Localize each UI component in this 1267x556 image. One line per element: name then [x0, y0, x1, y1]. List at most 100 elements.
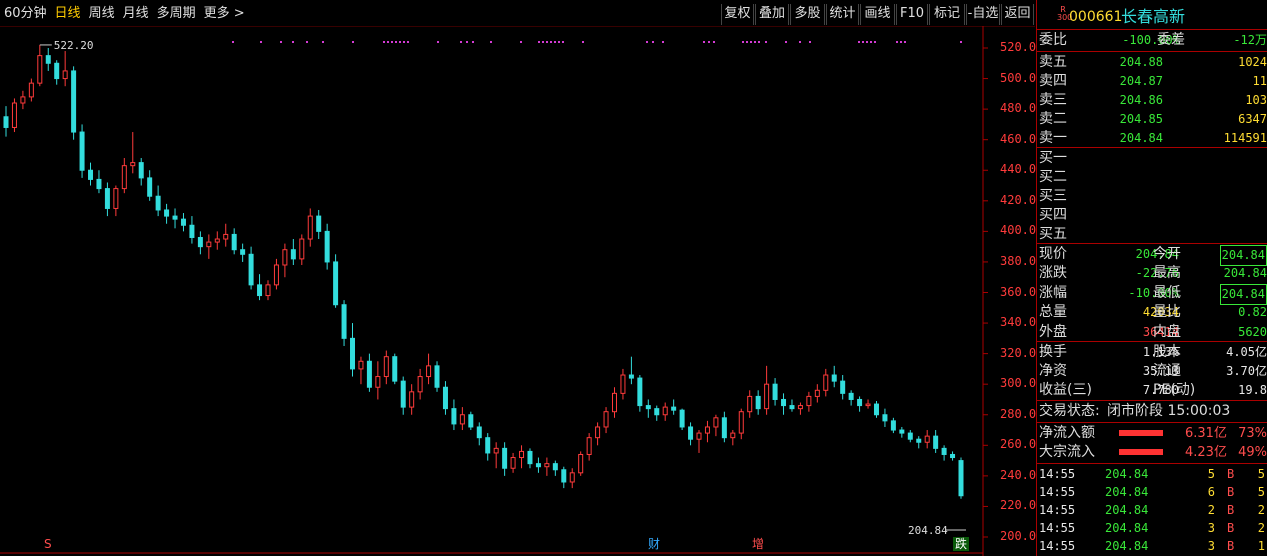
quote-value2: 204.84	[1223, 266, 1267, 281]
candle-body	[130, 162, 136, 167]
trade-time: 14:55	[1039, 521, 1076, 535]
candle-body	[510, 457, 516, 469]
candle-body	[721, 417, 727, 439]
signal-dot	[232, 41, 234, 43]
flow-bar	[1119, 449, 1163, 455]
candle-body	[223, 233, 229, 240]
candle-body	[273, 264, 279, 286]
flow-value: 4.23亿	[1185, 445, 1227, 460]
candle-body	[730, 432, 736, 439]
signal-dot	[260, 41, 262, 43]
candle-body	[11, 102, 17, 128]
quote-label: 总量	[1039, 304, 1067, 321]
candle-body	[485, 437, 491, 454]
candle-body	[781, 398, 787, 407]
ask-row: 卖五 204.88 1024	[1037, 53, 1267, 72]
ask-volume: 6347	[1238, 112, 1267, 126]
candle-body	[586, 437, 592, 455]
ask-volume: 1024	[1238, 55, 1267, 69]
tab-4[interactable]: 多周期	[153, 4, 200, 24]
y-tick-label: 280.0	[1000, 406, 1037, 421]
event-marker[interactable]: 增	[750, 537, 766, 551]
toolbar-button-3[interactable]: 统计	[826, 4, 859, 25]
candle-body	[426, 365, 432, 378]
toolbar-button-2[interactable]: 多股	[790, 4, 825, 25]
candle-body	[873, 403, 879, 416]
signal-dot	[387, 41, 389, 43]
ask-label: 卖一	[1039, 130, 1067, 146]
quote-value2: 0.82	[1238, 305, 1267, 320]
y-tick-label: 300.0	[1000, 376, 1037, 391]
signal-dot	[460, 41, 462, 43]
event-marker[interactable]: S	[42, 537, 54, 551]
candle-body	[552, 463, 558, 471]
toolbar-button-8[interactable]: 返回	[1001, 4, 1034, 25]
signal-dot	[703, 41, 705, 43]
candle-body	[519, 450, 525, 459]
trade-side: B	[1227, 539, 1235, 553]
trade-price: 204.84	[1105, 503, 1149, 517]
signal-dot	[391, 41, 393, 43]
candle-body	[54, 62, 60, 80]
bid-label: 买一	[1039, 150, 1067, 166]
trade-price: 204.84	[1105, 539, 1149, 553]
trade-count: 5	[1257, 467, 1265, 481]
ask-volume: 11	[1252, 74, 1267, 88]
candle-body	[333, 261, 339, 306]
tab-5[interactable]: 更多 >	[200, 4, 249, 24]
candle-body	[366, 360, 372, 388]
toolbar-button-6[interactable]: 标记	[929, 4, 965, 25]
signal-dot	[407, 41, 409, 43]
candle-body	[350, 337, 356, 370]
stock-terminal: 60分钟 日线 周线 月线 多周期 更多 > 复权 叠加 多股 统计 画线 F10 标记 -自选 返回 5…	[0, 0, 1267, 556]
quote-label2: 最低	[1153, 284, 1181, 301]
candle-body	[383, 356, 389, 378]
signal-dot	[765, 41, 767, 43]
candle-body	[502, 447, 508, 469]
candle-body	[662, 406, 668, 416]
candle-body	[611, 392, 617, 413]
toolbar-button-4[interactable]: 画线	[860, 4, 895, 25]
bid-row: 买五	[1037, 225, 1267, 244]
bid-label: 买三	[1039, 188, 1067, 204]
toolbar-button-5[interactable]: F10	[896, 4, 928, 25]
candle-body	[831, 374, 837, 382]
toolbar-button-0[interactable]: 复权	[721, 4, 754, 25]
toolbar-button-7[interactable]: -自选	[966, 4, 1000, 25]
event-marker[interactable]: 财	[646, 537, 662, 551]
ask-price: 204.85	[1119, 112, 1163, 126]
ask-label: 卖三	[1039, 92, 1067, 108]
ask-row: 卖二 204.85 6347	[1037, 110, 1267, 129]
tab-1[interactable]: 日线	[51, 4, 85, 24]
candle-body	[899, 429, 905, 434]
kline-chart[interactable]: 522.20 204.84	[0, 26, 1035, 556]
candle-body	[409, 391, 415, 408]
stock-name[interactable]: 长春高新	[1121, 7, 1185, 26]
flow-pct: 73%	[1238, 426, 1267, 441]
quote-value2: 204.84	[1219, 245, 1267, 266]
quote-label2: 今开	[1153, 246, 1181, 262]
candle-body	[62, 70, 68, 80]
tab-3[interactable]: 月线	[119, 4, 153, 24]
event-marker[interactable]: 跌	[953, 537, 970, 551]
signal-dot	[280, 41, 282, 43]
candle-body	[189, 224, 195, 238]
toolbar-button-1[interactable]: 叠加	[755, 4, 789, 25]
trade-volume: 3	[1207, 521, 1215, 535]
quote-label: 外盘	[1039, 323, 1067, 340]
candle-body	[358, 360, 364, 370]
candle-body	[316, 215, 322, 232]
candle-body	[865, 403, 871, 407]
candle-body	[121, 165, 127, 190]
signal-dot	[750, 41, 752, 43]
tab-2[interactable]: 周线	[85, 4, 119, 24]
candle-body	[561, 469, 567, 483]
tab-0[interactable]: 60分钟	[0, 4, 51, 24]
ask-volume: 103	[1245, 93, 1267, 107]
y-tick-label: 440.0	[1000, 162, 1037, 177]
candle-body	[671, 406, 677, 411]
signal-dot	[809, 41, 811, 43]
y-tick-label: 380.0	[1000, 253, 1037, 268]
signal-dot	[785, 41, 787, 43]
ask-label: 卖四	[1039, 73, 1067, 89]
